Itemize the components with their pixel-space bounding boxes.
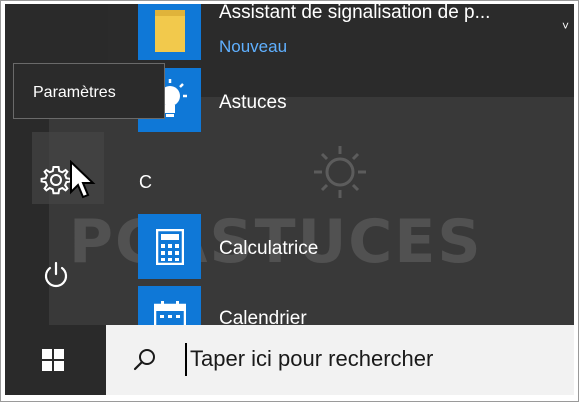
text-caret — [185, 343, 187, 376]
search-box[interactable]: Taper ici pour rechercher — [106, 325, 574, 395]
calendrier-tile[interactable] — [138, 286, 201, 325]
gear-icon[interactable] — [40, 164, 72, 196]
power-icon[interactable] — [41, 260, 71, 290]
section-letter-c[interactable]: C — [139, 172, 152, 193]
calendar-icon — [153, 301, 186, 325]
signal-assistant-label[interactable]: Assistant de signalisation de p... — [219, 4, 490, 24]
watermark-bulb-icon — [314, 146, 366, 198]
calculator-icon — [155, 228, 184, 265]
new-badge: Nouveau — [219, 37, 288, 56]
folder-icon — [154, 10, 185, 52]
calendrier-label[interactable]: Calendrier — [219, 308, 307, 325]
mouse-cursor-icon — [70, 160, 96, 199]
search-placeholder[interactable]: Taper ici pour rechercher — [190, 346, 433, 372]
start-menu: PCASTUCES Assistant de signalisation de … — [5, 4, 574, 325]
windows-logo-icon — [42, 349, 64, 371]
calculatrice-label[interactable]: Calculatrice — [219, 238, 318, 260]
chevron-down-icon[interactable]: ˅ — [562, 19, 569, 33]
settings-tooltip: Paramètres — [13, 63, 165, 119]
start-button[interactable] — [5, 325, 101, 395]
search-icon — [133, 349, 155, 371]
calculatrice-tile[interactable] — [138, 214, 201, 279]
tooltip-label: Paramètres — [33, 84, 116, 101]
taskbar: Taper ici pour rechercher — [5, 325, 574, 395]
signal-assistant-tile[interactable] — [138, 4, 201, 60]
astuces-label[interactable]: Astuces — [219, 92, 287, 114]
